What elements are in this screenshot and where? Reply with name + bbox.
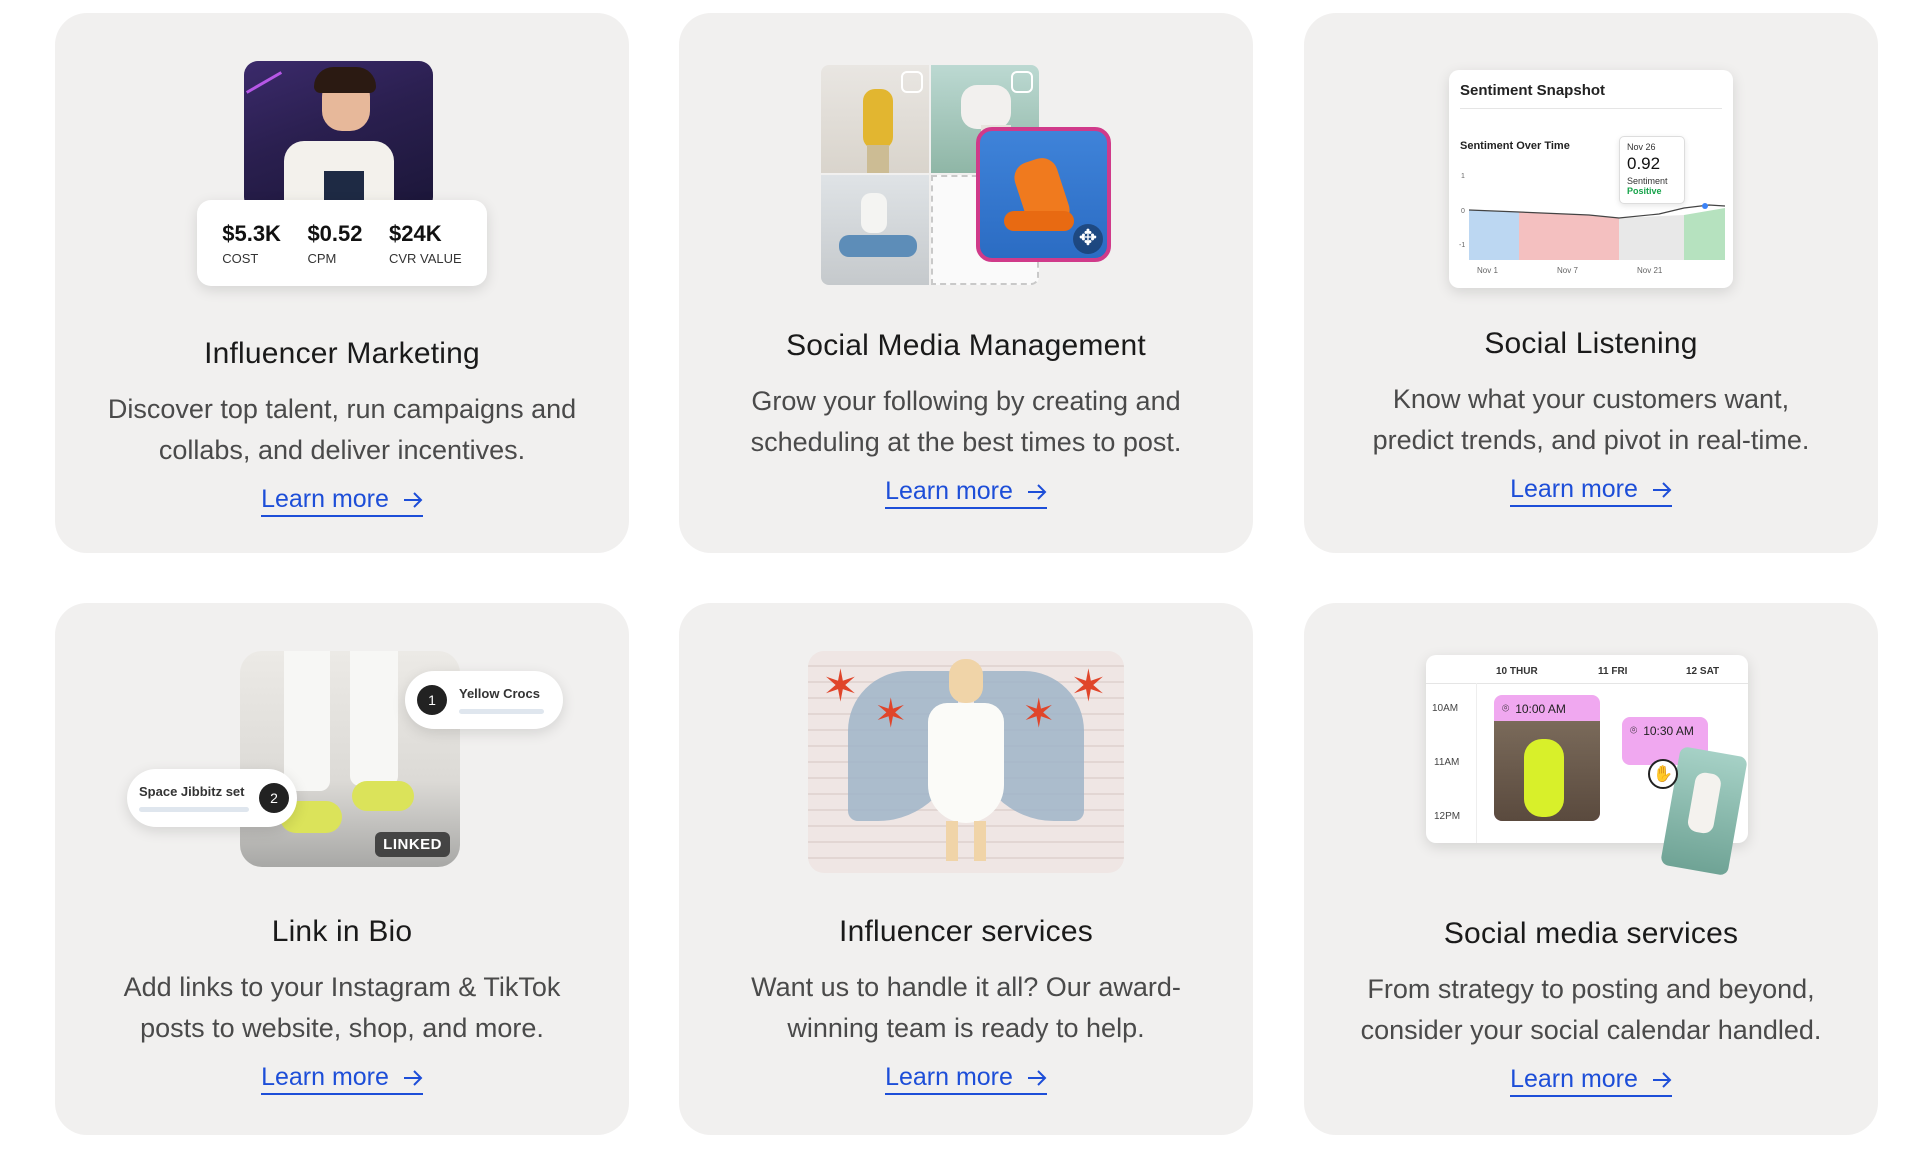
services-grid: $5.3K COST $0.52 CPM $24K CVR VALUE Infl… [0,0,1920,1149]
card-description: Discover top talent, run campaigns and c… [107,394,577,465]
card-description: Know what your customers want, predict t… [1372,384,1810,455]
sentiment-chart [1469,203,1725,260]
product-tag-2[interactable]: Space Jibbitz set 2 [127,769,297,827]
sentiment-snapshot-widget: Sentiment Snapshot Sentiment Over Time 1… [1449,70,1733,288]
learn-more-link[interactable]: Learn more [1510,1065,1672,1097]
link-in-bio-illustration: LINKED 1 Yellow Crocs Space Jibbitz set … [127,651,563,871]
card-title: Social Listening [1484,327,1698,360]
card-social-media-management: ✥ Social Media Management Grow your foll… [679,13,1253,553]
learn-more-link[interactable]: Learn more [261,1063,423,1095]
arrow-right-icon [403,1069,423,1086]
card-description: From strategy to posting and beyond, con… [1360,974,1822,1045]
card-description: Want us to handle it all? Our award- win… [751,972,1181,1043]
learn-more-link[interactable]: Learn more [1510,475,1672,507]
selected-post-orange[interactable]: ✥ [976,127,1111,262]
pin-icon: ⌾ [1630,723,1638,737]
card-influencer-marketing: $5.3K COST $0.52 CPM $24K CVR VALUE Infl… [55,13,629,553]
grab-cursor-icon: ✋ [1648,759,1678,789]
wings-mural-photo: ✶ ✶ ✶ ✶ [808,651,1124,873]
stat-cost: $5.3K COST [222,220,281,266]
influencer-illustration: $5.3K COST $0.52 CPM $24K CVR VALUE [197,61,487,301]
card-title: Influencer services [839,915,1093,948]
tag-number: 2 [259,783,289,813]
social-grid-illustration: ✥ [821,65,1111,295]
arrow-right-icon [1027,483,1047,500]
calendar-illustration: 10 THUR 11 FRI 12 SAT 10AM 11AM 12PM ⌾ 1… [1426,655,1756,877]
card-description: Grow your following by creating and sche… [750,386,1182,457]
stat-cvr-value: $24K CVR VALUE [388,220,462,266]
product-tag-1[interactable]: 1 Yellow Crocs [405,671,563,729]
sentiment-tooltip: Nov 26 0.92 Sentiment Positive [1619,136,1685,204]
arrow-right-icon [1652,1071,1672,1088]
move-icon[interactable]: ✥ [1073,224,1103,254]
card-social-media-services: 10 THUR 11 FRI 12 SAT 10AM 11AM 12PM ⌾ 1… [1304,603,1878,1135]
star-icon: ✶ [874,691,908,737]
arrow-right-icon [1652,481,1672,498]
card-title: Influencer Marketing [204,337,480,370]
influencer-photo [244,61,433,211]
card-title: Social media services [1443,917,1739,950]
card-title: Link in Bio [271,915,413,948]
star-icon: ✶ [1022,691,1056,737]
star-icon: ✶ [1070,661,1107,712]
star-icon: ✶ [822,661,859,712]
tag-number: 1 [417,685,447,715]
learn-more-link[interactable]: Learn more [885,477,1047,509]
reel-icon [901,71,923,93]
learn-more-link[interactable]: Learn more [261,485,423,517]
scheduled-post-1[interactable]: ⌾ 10:00 AM [1494,695,1600,821]
card-social-listening: Sentiment Snapshot Sentiment Over Time 1… [1304,13,1878,553]
card-description: Add links to your Instagram & TikTok pos… [123,972,561,1043]
arrow-right-icon [1027,1069,1047,1086]
reel-icon [1011,71,1033,93]
post-photo-seated [821,175,929,285]
card-influencer-services: ✶ ✶ ✶ ✶ Influencer services Want us to h… [679,603,1253,1135]
stat-cpm: $0.52 CPM [307,220,363,266]
arrow-right-icon [403,491,423,508]
card-link-in-bio: LINKED 1 Yellow Crocs Space Jibbitz set … [55,603,629,1135]
post-photo-yellow [821,65,929,173]
learn-more-link[interactable]: Learn more [885,1063,1047,1095]
campaign-stats-card: $5.3K COST $0.52 CPM $24K CVR VALUE [197,200,487,286]
card-title: Social Media Management [786,329,1146,362]
linked-badge: LINKED [375,832,450,857]
pin-icon: ⌾ [1502,701,1510,715]
